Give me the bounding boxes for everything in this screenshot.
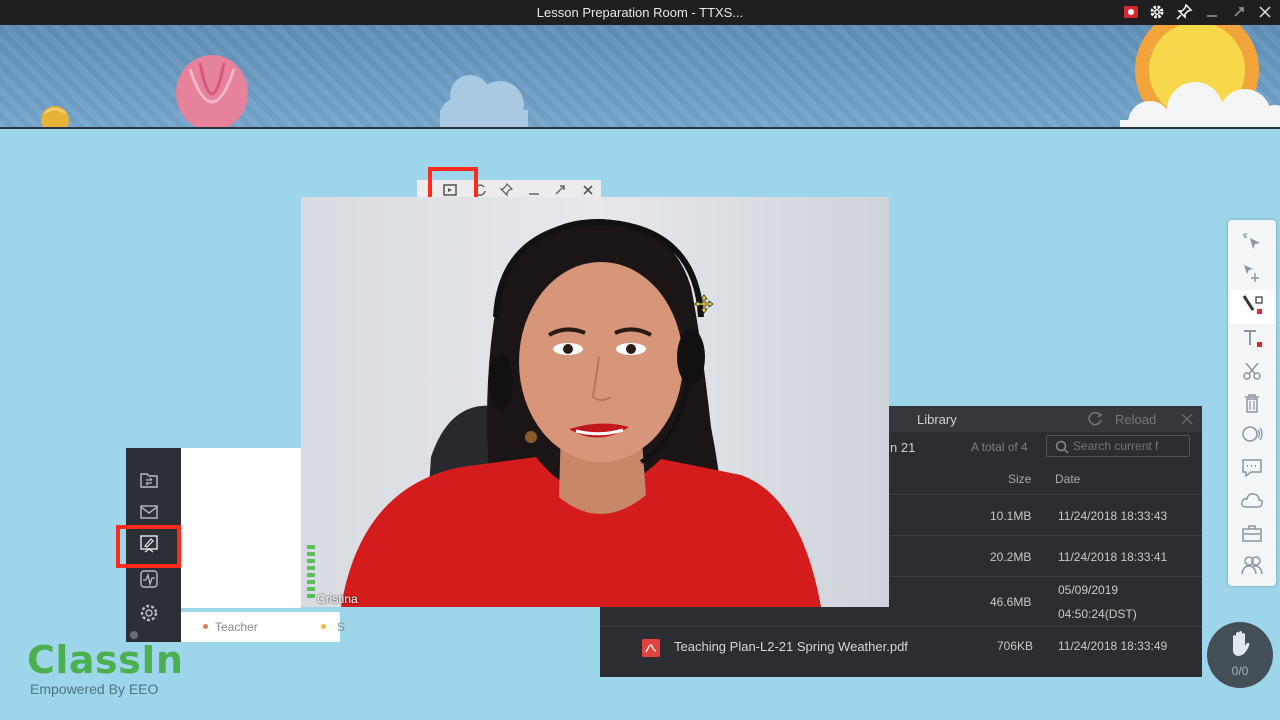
toolbox-icon[interactable] xyxy=(1241,522,1263,544)
cursor-icon[interactable] xyxy=(1241,231,1263,253)
library-search-field[interactable] xyxy=(1046,435,1190,457)
selector-icon[interactable] xyxy=(1241,262,1263,284)
pen-icon[interactable] xyxy=(1241,294,1263,316)
audio-level-meter xyxy=(307,545,315,601)
file-name: Teaching Plan-L2-21 Spring Weather.pdf xyxy=(674,639,908,654)
gear-icon[interactable] xyxy=(1148,3,1166,21)
teacher-video[interactable]: Cristina xyxy=(301,197,889,607)
close-icon[interactable] xyxy=(1256,3,1274,21)
close-icon[interactable] xyxy=(581,183,595,197)
hand-icon xyxy=(1228,630,1252,658)
pin-icon[interactable] xyxy=(499,183,513,197)
move-cursor-icon xyxy=(694,294,714,314)
window-title: Lesson Preparation Room - TTXS... xyxy=(536,5,744,20)
expand-icon[interactable] xyxy=(553,183,567,197)
file-date: 11/24/2018 18:33:49 xyxy=(1058,639,1168,653)
camera-icon[interactable] xyxy=(1241,423,1263,445)
search-input[interactable] xyxy=(1073,438,1185,454)
hand-raise-button[interactable]: 0/0 xyxy=(1207,622,1273,688)
file-count: A total of 4 xyxy=(971,440,1028,454)
mail-icon[interactable] xyxy=(138,501,160,523)
reload-button[interactable]: Reload xyxy=(1115,412,1156,427)
teacher-dot xyxy=(203,624,208,629)
reload-icon[interactable] xyxy=(1088,411,1104,427)
column-size[interactable]: Size xyxy=(1008,472,1031,486)
logo-wordmark: ClassIn xyxy=(27,638,184,682)
file-size: 46.6MB xyxy=(990,595,1032,609)
trash-icon[interactable] xyxy=(1241,392,1263,414)
classin-logo: ClassIn Empowered By EEO xyxy=(27,639,183,699)
logo-tagline: Empowered By EEO xyxy=(30,681,159,697)
blank-panel xyxy=(181,448,301,608)
role-legend: Teacher S xyxy=(181,612,345,642)
scissors-icon[interactable] xyxy=(1241,360,1263,382)
teacher-label: Teacher xyxy=(215,620,258,634)
cloud-icon[interactable] xyxy=(1241,490,1263,512)
chat-icon[interactable] xyxy=(1241,457,1263,479)
students-icon[interactable] xyxy=(1241,554,1263,576)
window-title-bar: Lesson Preparation Room - TTXS... xyxy=(0,0,1280,25)
file-date: 11/24/2018 18:33:41 xyxy=(1058,550,1168,564)
video-frame-illustration xyxy=(301,197,889,607)
record-icon[interactable] xyxy=(1122,3,1140,21)
hand-raise-count: 0/0 xyxy=(1231,664,1249,678)
file-date: 11/24/2018 18:33:43 xyxy=(1058,509,1168,523)
minimize-icon[interactable] xyxy=(1203,3,1221,21)
file-transfer-icon[interactable] xyxy=(138,469,160,491)
minimize-icon[interactable] xyxy=(527,183,541,197)
student-label: S xyxy=(337,620,346,634)
activity-icon[interactable] xyxy=(138,568,160,590)
highlight-box xyxy=(428,167,478,198)
cloud-illustration xyxy=(440,75,528,127)
file-date: 05/09/2019 xyxy=(1058,583,1119,597)
classroom-banner xyxy=(0,25,1280,129)
participant-name: Cristina xyxy=(317,592,358,606)
maximize-icon[interactable] xyxy=(1230,3,1248,21)
right-toolbar xyxy=(1228,220,1276,586)
pdf-icon xyxy=(641,638,661,658)
pink-balloon-illustration xyxy=(176,55,248,127)
file-time: 04:50:24(DST) xyxy=(1058,607,1137,621)
text-icon[interactable] xyxy=(1241,327,1263,349)
highlight-box xyxy=(116,525,181,568)
search-icon xyxy=(1055,440,1069,454)
close-icon[interactable] xyxy=(1179,411,1195,427)
library-title: Library xyxy=(917,412,957,427)
column-date[interactable]: Date xyxy=(1055,472,1080,486)
folder-breadcrumb[interactable]: n 21 xyxy=(890,440,915,455)
settings-icon[interactable] xyxy=(138,602,160,624)
file-size: 706KB xyxy=(997,639,1034,653)
file-size: 10.1MB xyxy=(990,509,1032,523)
file-row[interactable]: Teaching Plan-L2-21 Spring Weather.pdf 7… xyxy=(600,626,1202,667)
small-balloon-illustration xyxy=(41,106,69,127)
pin-icon[interactable] xyxy=(1175,3,1193,21)
student-dot xyxy=(321,624,326,629)
file-size: 20.2MB xyxy=(990,550,1032,564)
